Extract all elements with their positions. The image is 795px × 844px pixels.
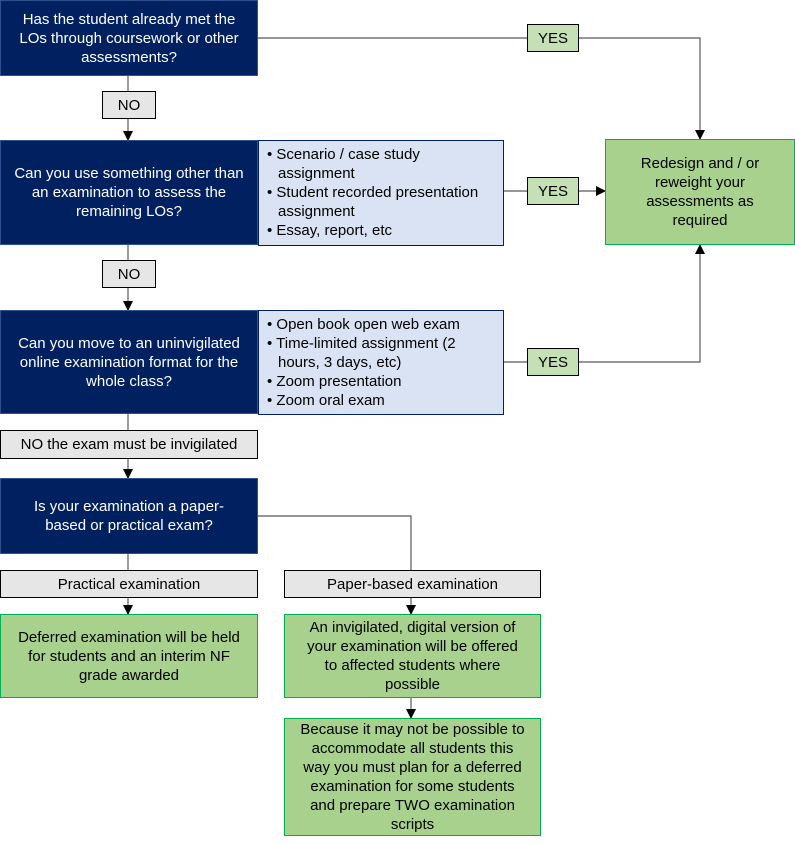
connector-q4-paper [258, 515, 412, 570]
practical-exam-label: Practical examination [0, 570, 258, 598]
paper-exam-label: Paper-based examination [284, 570, 541, 598]
option-item: Zoom oral exam [267, 391, 495, 410]
question-uninvigilated-online: Can you move to an uninvigilated online … [0, 310, 258, 414]
option-item: Essay, report, etc [267, 221, 495, 240]
redesign-outcome: Redesign and / or reweight your assessme… [605, 139, 795, 245]
question-alternative-assessment: Can you use something other than an exam… [0, 140, 258, 245]
no-invigilated-label: NO the exam must be invigilated [0, 430, 258, 459]
online-options-list: Open book open web exam Time-limited ass… [258, 310, 504, 415]
yes-label-2: YES [527, 177, 579, 205]
digital-exam-outcome: An invigilated, digital version of your … [284, 614, 541, 698]
deferred-exam-outcome: Deferred examination will be held for st… [0, 614, 258, 698]
option-item: Zoom presentation [267, 372, 495, 391]
question-met-los: Has the student already met the LOs thro… [0, 0, 258, 76]
option-item: Student recorded presentation assignment [267, 183, 495, 221]
two-scripts-outcome: Because it may not be possible to accomm… [284, 718, 541, 836]
yes-label-1: YES [527, 24, 579, 52]
no-label-1: NO [102, 91, 156, 119]
option-item: Scenario / case study assignment [267, 145, 495, 183]
connector-yes1-redesign [579, 37, 705, 140]
no-label-2: NO [102, 260, 156, 288]
connector-yes3-redesign [579, 244, 705, 363]
alternative-options-list: Scenario / case study assignment Student… [258, 140, 504, 246]
option-item: Time-limited assignment (2 hours, 3 days… [267, 334, 495, 372]
option-item: Open book open web exam [267, 315, 495, 334]
flowchart: Has the student already met the LOs thro… [0, 0, 795, 844]
yes-label-3: YES [527, 348, 579, 376]
question-exam-type: Is your examination a paper-based or pra… [0, 478, 258, 554]
